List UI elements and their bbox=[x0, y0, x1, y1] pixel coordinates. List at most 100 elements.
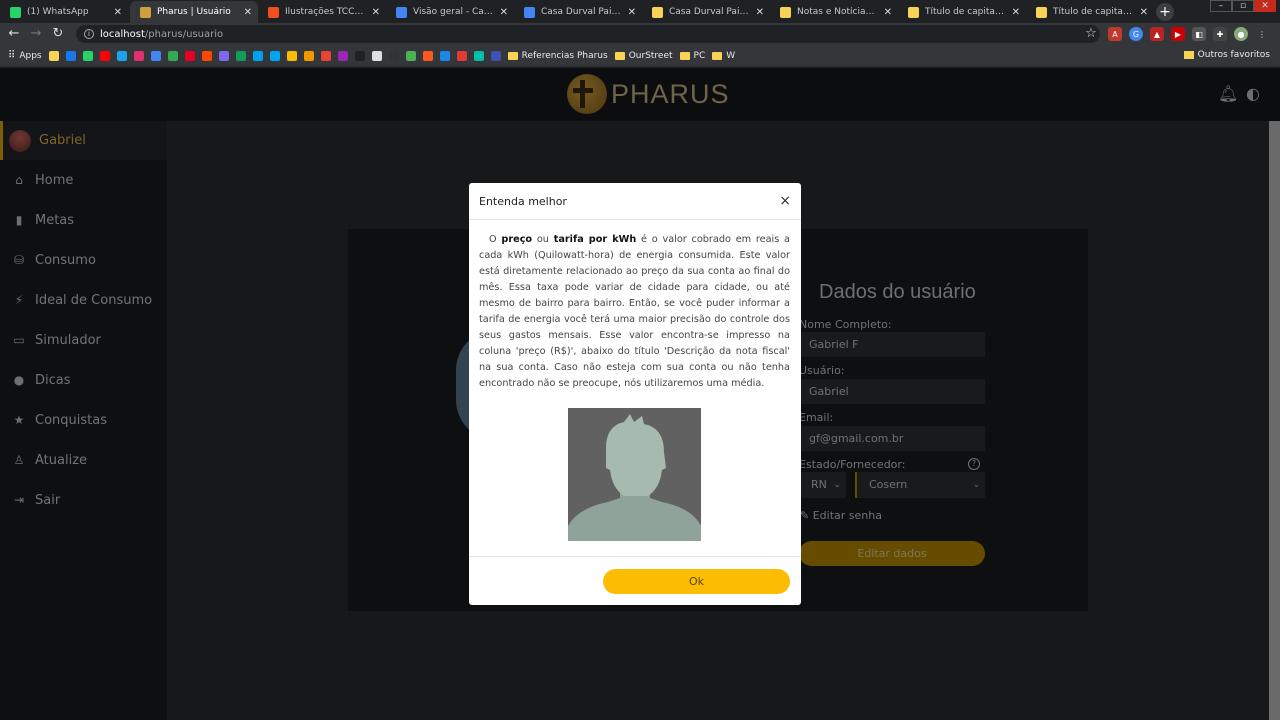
bookmark-favicon-icon bbox=[252, 50, 263, 61]
bookmark-shortcut[interactable] bbox=[473, 50, 484, 61]
minimize-button[interactable]: – bbox=[1210, 0, 1232, 12]
bookmark-shortcut[interactable] bbox=[388, 50, 399, 61]
bookmark-favicon-icon bbox=[116, 50, 127, 61]
text-pre: O bbox=[489, 234, 502, 245]
ok-button[interactable]: Ok bbox=[603, 569, 790, 594]
apps-bookmark[interactable]: ⠿ Apps bbox=[8, 50, 42, 61]
tab-close-icon[interactable]: ✕ bbox=[756, 7, 764, 18]
bookmark-shortcut[interactable] bbox=[48, 50, 59, 61]
bookmark-shortcut[interactable] bbox=[286, 50, 297, 61]
folder-icon bbox=[614, 51, 625, 60]
tab-close-icon[interactable]: ✕ bbox=[244, 7, 252, 18]
window-close-button[interactable]: ✕ bbox=[1254, 0, 1276, 12]
url-path: /pharus/usuario bbox=[144, 28, 224, 40]
bookmark-favicon-icon bbox=[218, 50, 229, 61]
tab-close-icon[interactable]: ✕ bbox=[114, 7, 122, 18]
text-mid: ou bbox=[532, 234, 554, 245]
tab-close-icon[interactable]: ✕ bbox=[628, 7, 636, 18]
profile-icon[interactable]: ● bbox=[1234, 27, 1248, 41]
bookmark-folder[interactable]: W bbox=[712, 51, 735, 61]
adblock-icon[interactable]: A bbox=[1108, 27, 1122, 41]
browser-tab[interactable]: Notas e Notícias - Casa ✕ bbox=[770, 1, 898, 23]
tab-close-icon[interactable]: ✕ bbox=[372, 7, 380, 18]
bookmark-shortcut[interactable] bbox=[99, 50, 110, 61]
bookmark-shortcut[interactable] bbox=[65, 50, 76, 61]
bookmark-favicon-icon bbox=[269, 50, 280, 61]
close-icon[interactable]: × bbox=[779, 193, 791, 209]
bookmark-folder[interactable]: PC bbox=[679, 50, 706, 61]
bookmark-favicon-icon bbox=[320, 50, 331, 61]
bookmark-favicon-icon bbox=[184, 50, 195, 61]
bookmark-shortcut[interactable] bbox=[422, 50, 433, 61]
tab-close-icon[interactable]: ✕ bbox=[500, 7, 508, 18]
bookmark-shortcut[interactable] bbox=[490, 50, 501, 61]
address-bar[interactable]: i localhost /pharus/usuario bbox=[76, 25, 1100, 43]
video-icon[interactable]: ▶ bbox=[1171, 27, 1185, 41]
bookmark-favicon-icon bbox=[337, 50, 348, 61]
bookmark-favicon-icon bbox=[286, 50, 297, 61]
bookmark-shortcut[interactable] bbox=[235, 50, 246, 61]
tab-title: Pharus | Usuário bbox=[157, 7, 231, 17]
browser-tab[interactable]: (1) WhatsApp ✕ bbox=[0, 1, 128, 23]
browser-tab[interactable]: Pharus | Usuário ✕ bbox=[130, 1, 258, 23]
bookmark-folder[interactable]: OurStreet bbox=[614, 51, 673, 61]
bookmark-shortcut[interactable] bbox=[218, 50, 229, 61]
bookmark-shortcut[interactable] bbox=[456, 50, 467, 61]
bookmark-shortcut[interactable] bbox=[116, 50, 127, 61]
bookmark-shortcut[interactable] bbox=[303, 50, 314, 61]
tab-close-icon[interactable]: ✕ bbox=[1012, 7, 1020, 18]
bookmark-shortcut[interactable] bbox=[269, 50, 280, 61]
bookmark-shortcut[interactable] bbox=[133, 50, 144, 61]
bookmark-shortcut[interactable] bbox=[337, 50, 348, 61]
puzzle-icon[interactable]: ✚ bbox=[1213, 27, 1227, 41]
tab-title: Notas e Notícias - Casa bbox=[797, 7, 878, 17]
tab-favicon-icon bbox=[780, 6, 791, 18]
forward-icon[interactable]: → bbox=[28, 26, 44, 42]
menu-icon[interactable]: ⋮ bbox=[1255, 27, 1269, 41]
bookmark-shortcut[interactable] bbox=[439, 50, 450, 61]
bookmark-shortcut[interactable] bbox=[82, 50, 93, 61]
bookmark-favicon-icon bbox=[422, 50, 433, 61]
translate-icon[interactable]: G bbox=[1129, 27, 1143, 41]
bookmark-shortcut[interactable] bbox=[405, 50, 416, 61]
bookmark-shortcut[interactable] bbox=[252, 50, 263, 61]
extension-icon[interactable]: ◧ bbox=[1192, 27, 1206, 41]
new-tab-button[interactable]: + bbox=[1156, 3, 1174, 21]
back-icon[interactable]: ← bbox=[6, 26, 22, 42]
bookmark-shortcut[interactable] bbox=[184, 50, 195, 61]
bookmark-favicon-icon bbox=[303, 50, 314, 61]
text-rest: é o valor cobrado em reais a cada kWh (Q… bbox=[479, 234, 790, 389]
info-icon[interactable]: i bbox=[84, 29, 94, 39]
browser-tab[interactable]: Casa Durval Paiva ✕ bbox=[642, 1, 770, 23]
pdf-icon[interactable]: ▲ bbox=[1150, 27, 1164, 41]
browser-tab[interactable]: Título de capitalização ✕ bbox=[898, 1, 1026, 23]
folder-icon bbox=[1183, 51, 1194, 59]
browser-tab[interactable]: Título de capitalização ✕ bbox=[1026, 1, 1154, 23]
browser-tab[interactable]: Ilustrações TCC – Figma ✕ bbox=[258, 1, 386, 23]
bookmark-shortcut[interactable] bbox=[354, 50, 365, 61]
bookmark-folder[interactable]: Referencias Pharus bbox=[507, 51, 608, 61]
browser-tab[interactable]: Visão geral - Casa Durval ✕ bbox=[386, 1, 514, 23]
modal-text: O preço ou tarifa por kWh é o valor cobr… bbox=[479, 232, 790, 392]
bookmark-shortcut[interactable] bbox=[320, 50, 331, 61]
maximize-button[interactable]: ▫ bbox=[1232, 0, 1254, 12]
url-host: localhost bbox=[100, 28, 145, 40]
extensions-bar: A G ▲ ▶ ◧ ✚ ● ⋮ bbox=[1108, 27, 1269, 41]
other-bookmarks[interactable]: Outros favoritos bbox=[1183, 50, 1270, 60]
bookmark-favicon-icon bbox=[235, 50, 246, 61]
bookmark-shortcut[interactable] bbox=[167, 50, 178, 61]
tab-title: Casa Durval Paiva - Goo bbox=[541, 7, 622, 17]
bookmark-shortcut[interactable] bbox=[201, 50, 212, 61]
browser-tab[interactable]: Casa Durval Paiva - Goo ✕ bbox=[514, 1, 642, 23]
bookmark-shortcut[interactable] bbox=[150, 50, 161, 61]
tab-title: Título de capitalização bbox=[1053, 7, 1134, 17]
bookmark-star-icon[interactable]: ☆ bbox=[1083, 26, 1099, 42]
bookmark-shortcut[interactable] bbox=[371, 50, 382, 61]
tab-favicon-icon bbox=[1036, 6, 1047, 18]
tab-close-icon[interactable]: ✕ bbox=[884, 7, 892, 18]
reload-icon[interactable]: ↻ bbox=[50, 26, 66, 42]
bookmark-favicon-icon bbox=[354, 50, 365, 61]
window-controls: – ▫ ✕ bbox=[1210, 0, 1276, 12]
tab-close-icon[interactable]: ✕ bbox=[1140, 7, 1148, 18]
bookmark-label: PC bbox=[693, 50, 706, 61]
